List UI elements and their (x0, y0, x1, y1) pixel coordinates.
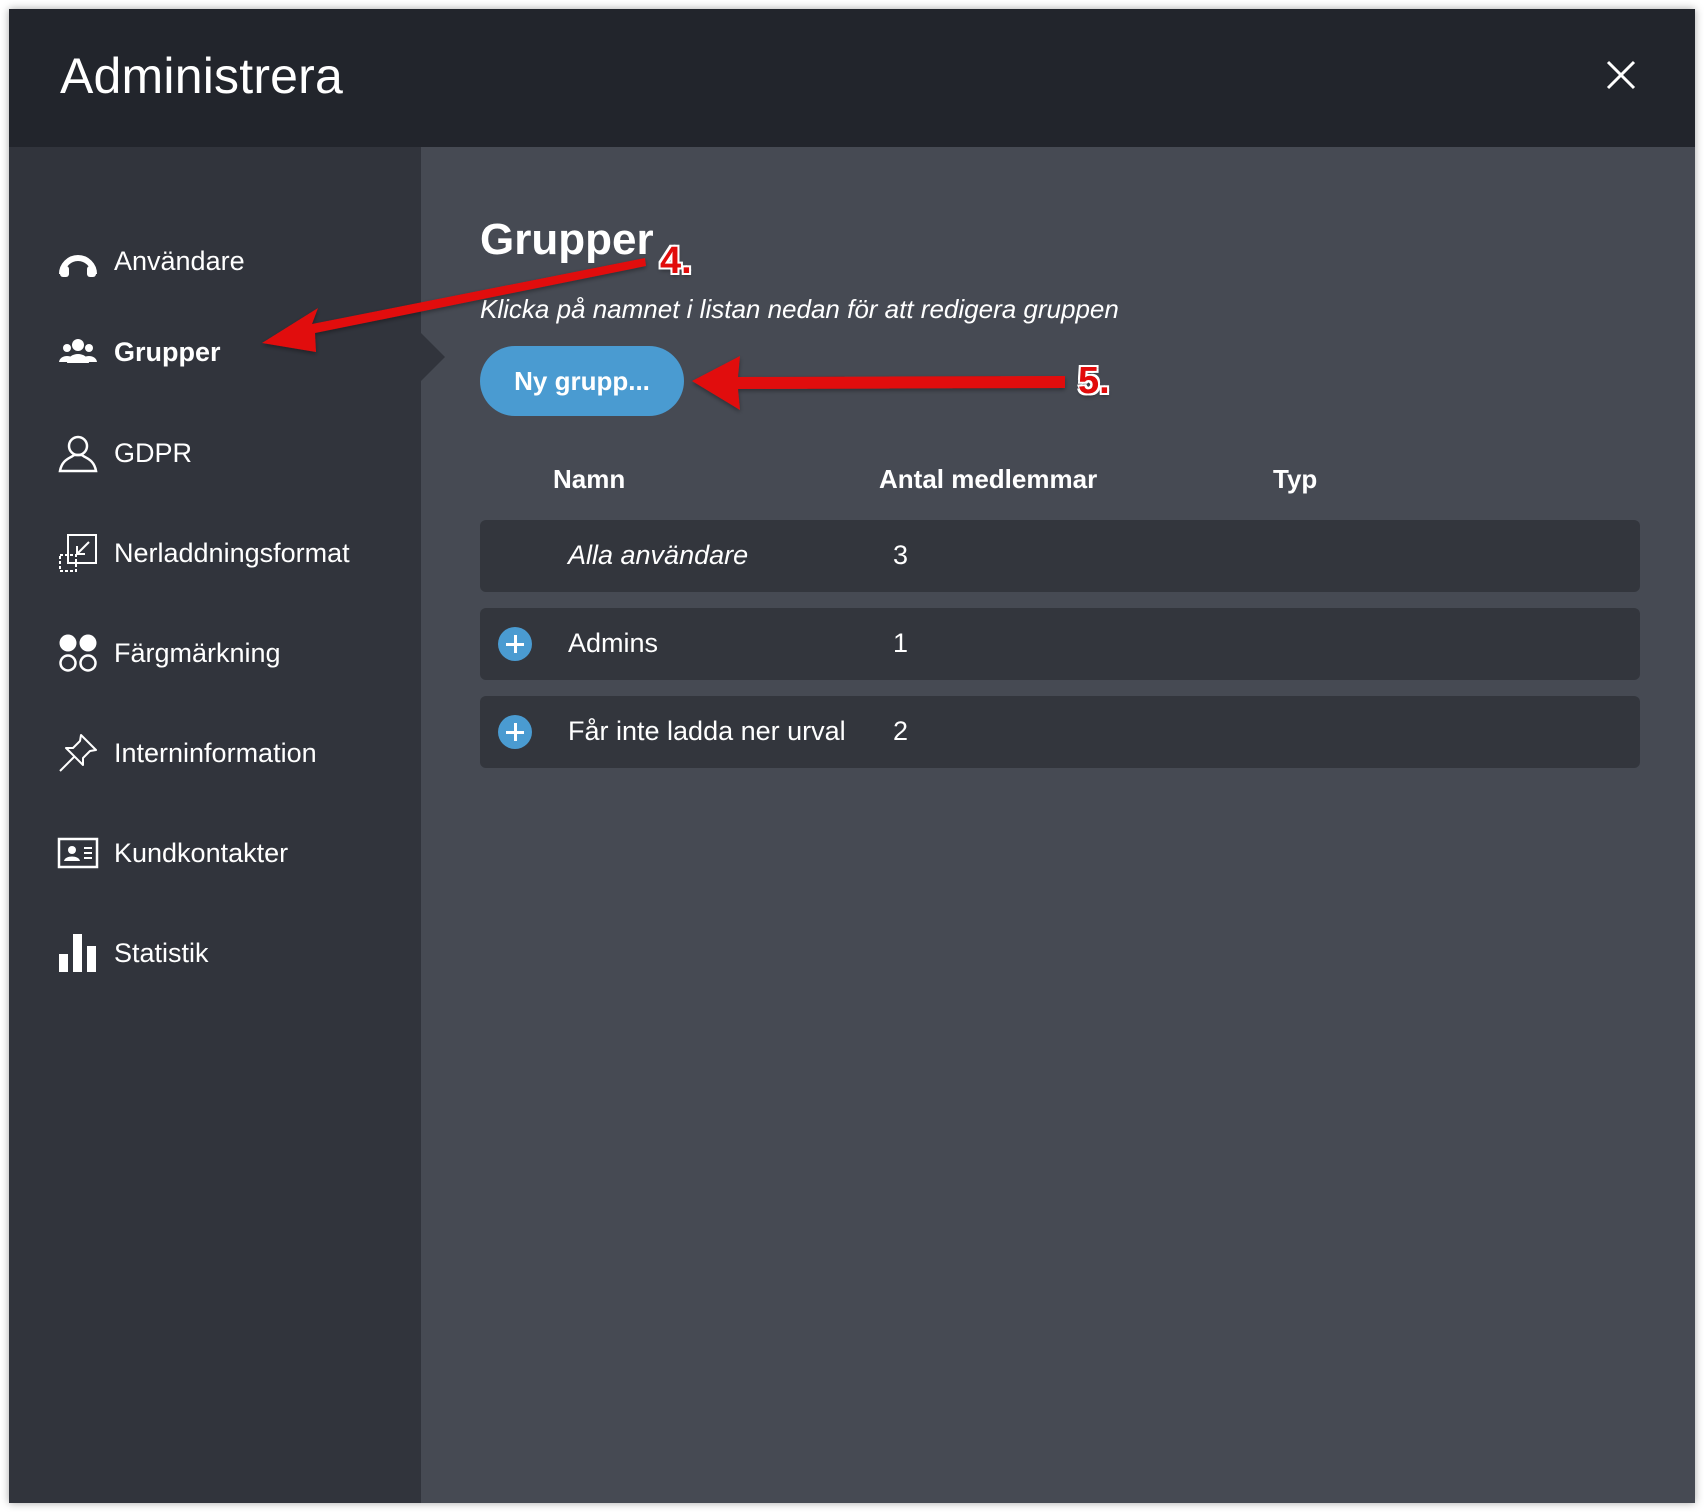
sidebar-item-anvandare[interactable]: Användare (57, 236, 397, 286)
group-icon (57, 330, 101, 374)
user-circle-icon (57, 239, 101, 283)
sidebar-item-label: Kundkontakter (114, 837, 289, 868)
expand-plus-icon[interactable] (498, 627, 532, 661)
download-format-icon (57, 531, 101, 575)
table-row: Admins 1 (480, 608, 1640, 680)
sidebar-item-label: Grupper (114, 336, 221, 367)
close-button[interactable] (1603, 57, 1639, 93)
column-header-type[interactable]: Typ (1273, 464, 1317, 495)
member-count: 2 (893, 716, 909, 746)
sidebar-item-label: Statistik (114, 937, 209, 968)
contact-card-icon (57, 831, 101, 875)
page-title: Grupper (480, 215, 654, 264)
sidebar-item-label: Användare (114, 245, 245, 276)
color-circles-icon (57, 631, 101, 675)
expand-plus-icon[interactable] (498, 715, 532, 749)
new-group-button[interactable]: Ny grupp... (480, 346, 684, 416)
column-header-name[interactable]: Namn (553, 464, 625, 495)
sidebar-item-grupper[interactable]: Grupper (57, 327, 397, 377)
group-name-link[interactable]: Admins (568, 628, 658, 659)
sidebar-item-fargmarkning[interactable]: Färgmärkning (57, 628, 397, 678)
bar-chart-icon (57, 931, 101, 975)
close-icon (1606, 60, 1636, 90)
table-row: Får inte ladda ner urval 2 (480, 696, 1640, 768)
sidebar-item-label: Nerladdningsformat (114, 537, 350, 568)
sidebar: Användare Grupper GDPR Nerladdningsforma… (9, 147, 421, 1503)
member-count: 1 (893, 628, 909, 658)
member-count: 3 (893, 540, 909, 570)
sidebar-item-kundkontakter[interactable]: Kundkontakter (57, 828, 397, 878)
pin-icon (57, 731, 101, 775)
page-subtitle: Klicka på namnet i listan nedan för att … (480, 294, 1119, 324)
sidebar-item-interninformation[interactable]: Interninformation (57, 728, 397, 778)
person-outline-icon (57, 431, 101, 475)
group-name-link[interactable]: Får inte ladda ner urval (568, 716, 846, 747)
sidebar-item-label: Interninformation (114, 737, 317, 768)
dialog-header: Administrera (9, 9, 1695, 147)
table-row: Alla användare 3 (480, 520, 1640, 592)
sidebar-item-label: Färgmärkning (114, 637, 281, 668)
sidebar-item-label: GDPR (114, 437, 193, 468)
sidebar-item-statistik[interactable]: Statistik (57, 928, 397, 978)
sidebar-item-nerladdningsformat[interactable]: Nerladdningsformat (57, 528, 397, 578)
group-name-link[interactable]: Alla användare (568, 540, 748, 571)
annotation-step5: 5. (1078, 360, 1110, 402)
dialog-title: Administrera (60, 48, 344, 104)
column-header-member-count[interactable]: Antal medlemmar (879, 464, 1097, 495)
annotation-step4: 4. (660, 240, 692, 282)
active-item-pointer (421, 333, 445, 381)
sidebar-item-gdpr[interactable]: GDPR (57, 428, 397, 478)
